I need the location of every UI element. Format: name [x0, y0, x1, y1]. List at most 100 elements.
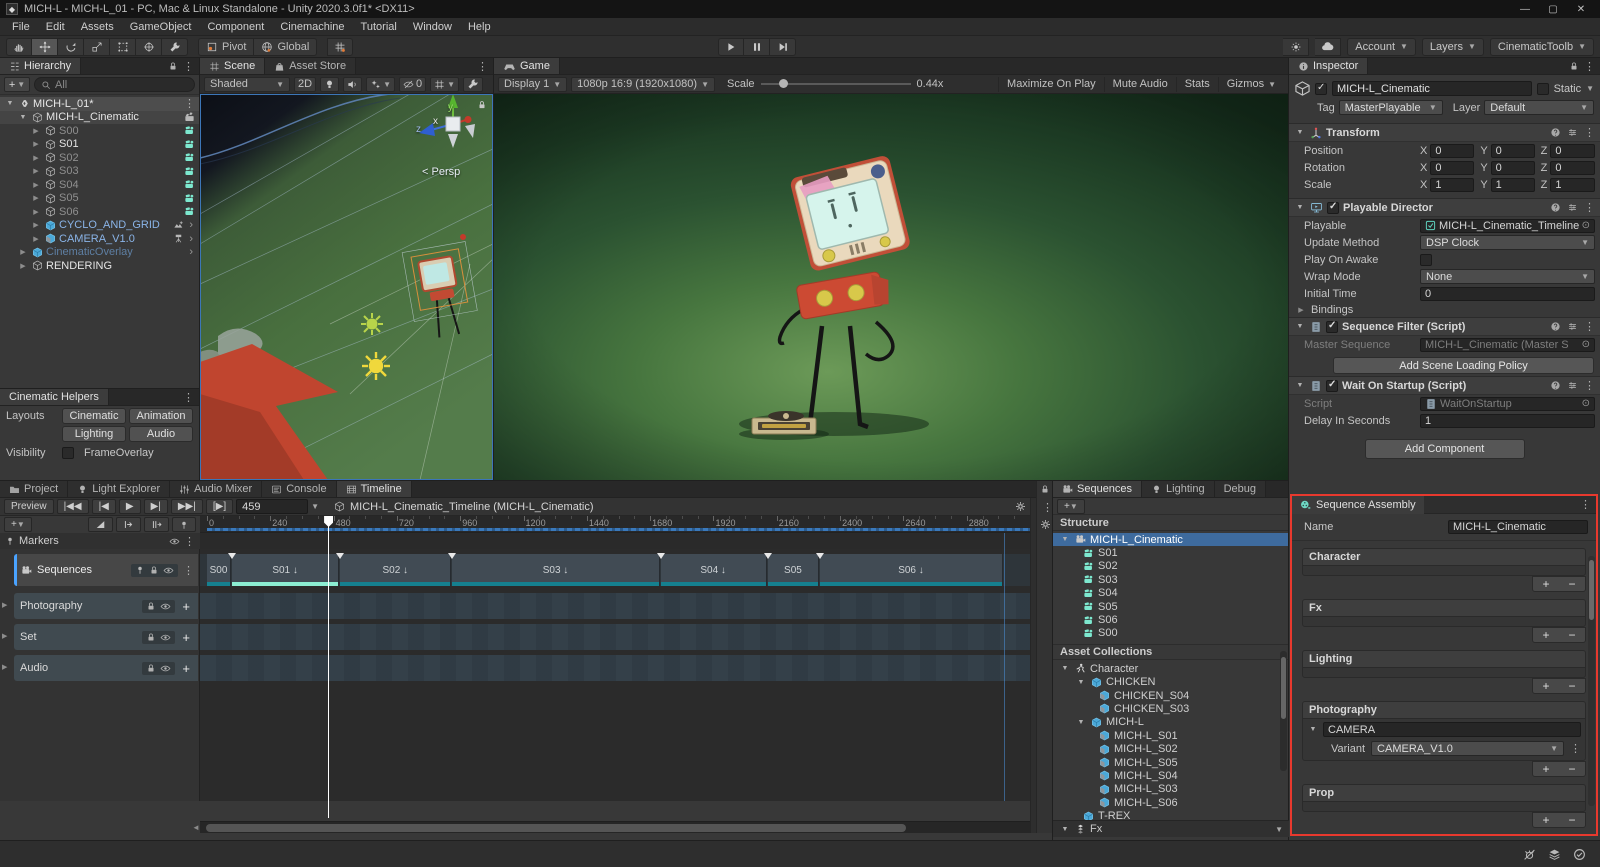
- add-item-button[interactable]: +: [1533, 762, 1559, 776]
- menu-gameobject[interactable]: GameObject: [122, 21, 200, 33]
- collection-item-Character[interactable]: ▼Character: [1053, 662, 1288, 675]
- foldout-closed-icon[interactable]: ▶: [30, 140, 42, 148]
- shot-badge-icon[interactable]: [184, 139, 195, 150]
- lock-icon[interactable]: [168, 61, 178, 71]
- help-icon[interactable]: [1550, 321, 1561, 332]
- foldout-closed-icon[interactable]: ▶: [30, 181, 42, 189]
- delay-in-seconds-field[interactable]: 1: [1420, 414, 1595, 428]
- menu-cinemachine[interactable]: Cinemachine: [272, 21, 352, 33]
- collection-item-MICH-L[interactable]: ▼MICH-L: [1053, 716, 1288, 729]
- assembly-lighting-list[interactable]: [1302, 667, 1586, 678]
- transform-component-header[interactable]: ▼ Transform ⋮: [1289, 123, 1600, 142]
- assembly-prop-list[interactable]: [1302, 801, 1586, 812]
- menu-file[interactable]: File: [4, 21, 38, 33]
- collection-item-MICH-L_S05[interactable]: MICH-L_S05: [1053, 756, 1288, 769]
- tab-cinematic-helpers[interactable]: Cinematic Helpers: [0, 389, 109, 405]
- structure-item-S03[interactable]: S03: [1053, 573, 1288, 586]
- layout-button-audio[interactable]: Audio: [129, 426, 193, 442]
- assembly-photography-list[interactable]: ▼CAMERAVariantCAMERA_V1.0▼⋮: [1302, 718, 1586, 761]
- track-menu-icon[interactable]: ⋮: [183, 564, 194, 577]
- scene-light-gizmo-yellow[interactable]: [362, 352, 390, 380]
- position-y-field[interactable]: 0: [1491, 144, 1535, 158]
- collab-layers-icon[interactable]: [1548, 848, 1561, 861]
- shot-badge-icon[interactable]: [184, 125, 195, 136]
- hierarchy-item-S03[interactable]: ▶S03: [0, 165, 199, 179]
- hierarchy-item-S01[interactable]: ▶S01: [0, 138, 199, 152]
- structure-item-S06[interactable]: S06: [1053, 613, 1288, 626]
- clip-S03[interactable]: S03 ↓: [452, 554, 659, 586]
- variant-dropdown[interactable]: CAMERA_V1.0▼: [1371, 741, 1564, 756]
- initial-time-field[interactable]: 0: [1420, 287, 1595, 301]
- static-checkbox[interactable]: [1537, 83, 1549, 95]
- rotation-z-field[interactable]: 0: [1550, 161, 1595, 175]
- structure-item-S04[interactable]: S04: [1053, 587, 1288, 600]
- pivot-toggle[interactable]: Pivot: [198, 38, 254, 56]
- help-icon[interactable]: [1550, 127, 1561, 138]
- track-foldout-icon[interactable]: ▶: [2, 632, 7, 640]
- assembly-lighting-header[interactable]: Lighting: [1302, 650, 1586, 667]
- sequence-filter-header[interactable]: ▼ Sequence Filter (Script) ⋮: [1289, 317, 1600, 336]
- previous-frame-button[interactable]: |◀: [92, 499, 116, 514]
- component-enabled-checkbox[interactable]: [1327, 202, 1339, 214]
- foldout-closed-icon[interactable]: ▶: [17, 248, 29, 256]
- track-lane-photography[interactable]: [200, 593, 1030, 619]
- scale-x-field[interactable]: 1: [1430, 178, 1474, 192]
- component-menu-icon[interactable]: ⋮: [1584, 379, 1595, 392]
- foldout-closed-icon[interactable]: ▶: [30, 235, 42, 243]
- overrides-badge-icon[interactable]: [173, 220, 184, 231]
- foldout-open-icon[interactable]: ▼: [1294, 129, 1306, 136]
- update-method-dropdown[interactable]: DSP Clock▼: [1420, 235, 1595, 250]
- tab-timeline[interactable]: Timeline: [337, 481, 412, 497]
- tag-dropdown[interactable]: MasterPlayable▼: [1339, 100, 1443, 115]
- scale-slider-knob[interactable]: [779, 79, 788, 88]
- assembly-fx-header[interactable]: Fx: [1302, 599, 1586, 616]
- cloud-collab-button[interactable]: [1315, 38, 1341, 56]
- hierarchy-item-S04[interactable]: ▶S04: [0, 178, 199, 192]
- foldout-open-icon[interactable]: ▼: [1059, 536, 1071, 543]
- track-lane-audio[interactable]: [200, 655, 1030, 681]
- component-enabled-checkbox[interactable]: [1326, 380, 1338, 392]
- assembly-name-field[interactable]: MICH-L_Cinematic: [1448, 520, 1588, 534]
- eye-icon[interactable]: [169, 536, 180, 547]
- hierarchy-item-S05[interactable]: ▶S05: [0, 192, 199, 206]
- add-sequence-button[interactable]: + ▼: [1057, 499, 1085, 514]
- shading-mode-dropdown[interactable]: Shaded▼: [204, 77, 290, 92]
- hierarchy-item-MICH-L_Cinematic[interactable]: ▼MICH-L_Cinematic: [0, 111, 199, 125]
- fx-collection-row[interactable]: ▼ Fx ▼: [1053, 820, 1289, 837]
- tab-game[interactable]: Game: [494, 58, 560, 74]
- foldout-open-icon[interactable]: ▼: [1075, 679, 1087, 686]
- menu-component[interactable]: Component: [199, 21, 272, 33]
- timeline-horizontal-scrollbar[interactable]: ◄ ►: [200, 821, 1030, 833]
- layout-button-animation[interactable]: Animation: [129, 408, 193, 424]
- menu-window[interactable]: Window: [405, 21, 460, 33]
- frame-dropdown-icon[interactable]: ▼: [311, 502, 319, 511]
- collection-item-MICH-L_S01[interactable]: MICH-L_S01: [1053, 729, 1288, 742]
- game-stats-button[interactable]: Stats: [1176, 77, 1218, 92]
- menu-edit[interactable]: Edit: [38, 21, 73, 33]
- wait-on-startup-header[interactable]: ▼ Wait On Startup (Script) ⋮: [1289, 376, 1600, 395]
- add-subtrack-button[interactable]: +: [180, 599, 192, 614]
- menu-tutorial[interactable]: Tutorial: [353, 21, 405, 33]
- game-gizmos-button[interactable]: Gizmos▼: [1218, 77, 1284, 92]
- layout-button-cinematic[interactable]: Cinematic: [62, 408, 126, 424]
- tab-lighting[interactable]: Lighting: [1142, 481, 1215, 497]
- global-toggle[interactable]: Global: [254, 38, 317, 56]
- add-subtrack-button[interactable]: +: [180, 630, 192, 645]
- scene-audio-toggle[interactable]: [343, 77, 362, 92]
- game-maximize-on-play-button[interactable]: Maximize On Play: [998, 77, 1104, 92]
- foldout-closed-icon[interactable]: ▶: [30, 127, 42, 135]
- layers-dropdown[interactable]: Layers▼: [1422, 38, 1484, 56]
- component-menu-icon[interactable]: ⋮: [1584, 126, 1595, 139]
- lock-icon[interactable]: [149, 565, 159, 575]
- scale-tool-button[interactable]: [84, 38, 110, 56]
- timeline-gear-icon[interactable]: [1040, 519, 1051, 530]
- foldout-closed-icon[interactable]: ▶: [30, 221, 42, 229]
- panel-menu-icon[interactable]: ⋮: [1580, 498, 1591, 511]
- tab-project[interactable]: Project: [0, 481, 68, 497]
- timeline-play-button[interactable]: ▶: [119, 499, 141, 514]
- add-item-button[interactable]: +: [1533, 628, 1559, 642]
- position-x-field[interactable]: 0: [1430, 144, 1474, 158]
- lock-icon[interactable]: [1569, 61, 1579, 71]
- pin-markers-button[interactable]: [172, 517, 196, 532]
- help-icon[interactable]: [1550, 380, 1561, 391]
